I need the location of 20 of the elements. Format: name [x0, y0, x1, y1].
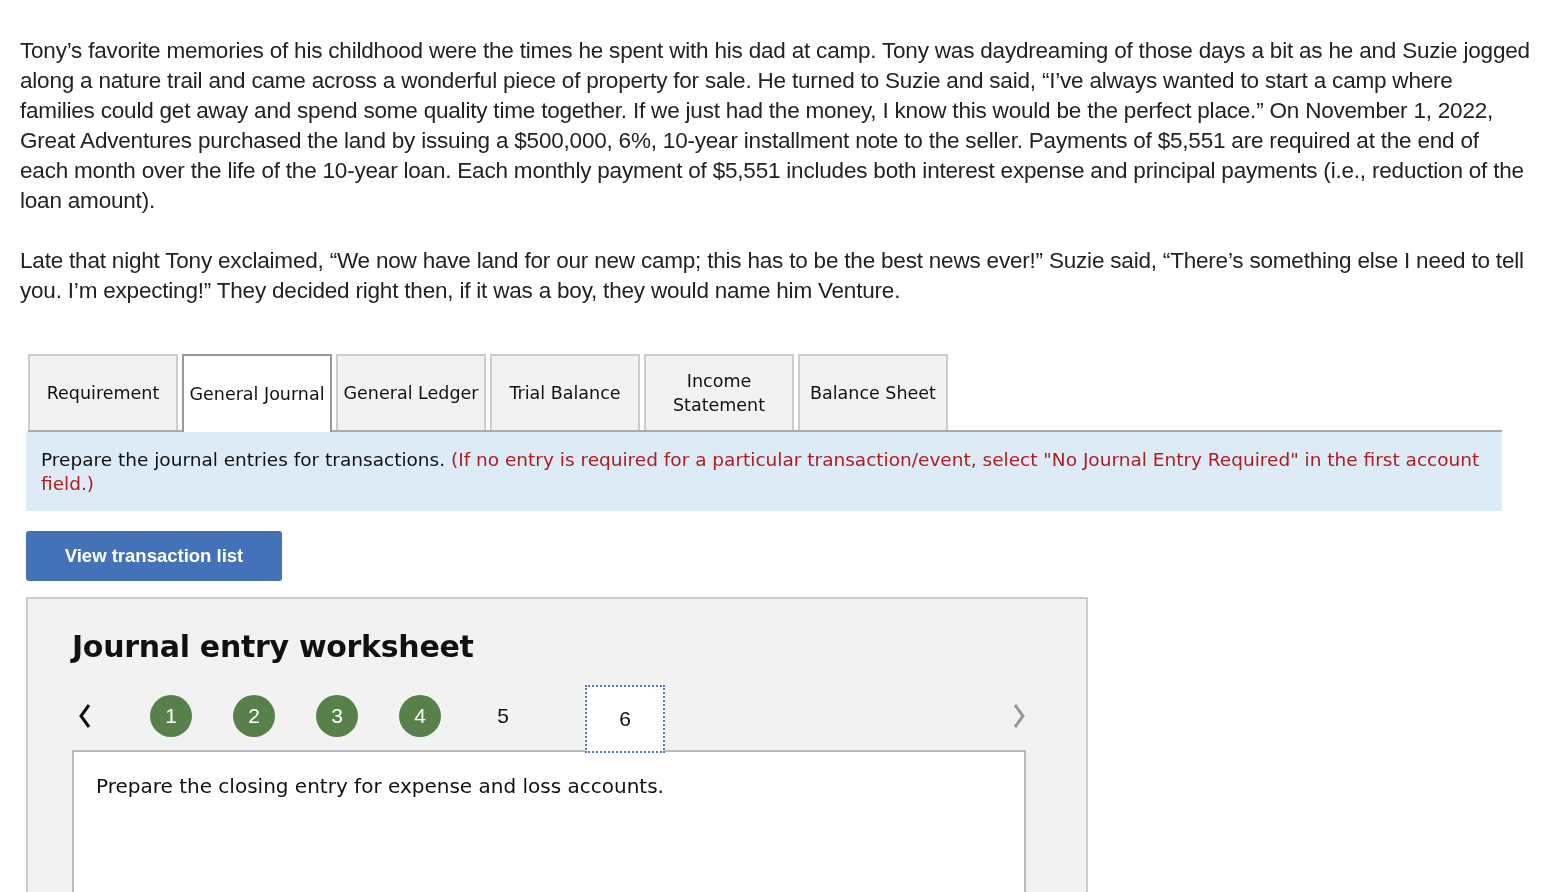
- tab[interactable]: Trial Balance: [490, 354, 640, 430]
- step-button[interactable]: 6: [585, 685, 665, 753]
- tab[interactable]: Requirement: [28, 354, 178, 430]
- previous-chevron-icon[interactable]: [78, 703, 92, 729]
- tab[interactable]: Income Statement: [644, 354, 794, 430]
- worksheet-title: Journal entry worksheet: [72, 629, 475, 664]
- step-button[interactable]: 2: [233, 695, 275, 737]
- view-transaction-list-button[interactable]: View transaction list: [26, 531, 282, 581]
- step-button[interactable]: 5: [482, 695, 524, 737]
- tab[interactable]: General Ledger: [336, 354, 486, 430]
- story-paragraph: Late that night Tony exclaimed, “We now have land for our new camp; this has to be the best news ever!” Suzie said, “There’s something else I need to tell you. I’m expecting!” They decided right then, if it was a boy, they would name him Venture.: [20, 247, 1525, 305]
- prompt-text: Prepare the closing entry for expense and loss accounts.: [96, 774, 665, 798]
- instruction-text: Prepare the journal entries for transactions. (If no entry is required for a particular transaction/event, select "No Journal Entry Required" in the first account field.): [41, 448, 1481, 496]
- tab[interactable]: General Journal: [182, 354, 332, 432]
- tab[interactable]: Balance Sheet: [798, 354, 948, 430]
- step-button[interactable]: 1: [150, 695, 192, 737]
- step-button[interactable]: 3: [316, 695, 358, 737]
- story-paragraph: Tony’s favorite memories of his childhood were the times he spent with his dad at camp. Tony was daydreaming of those days a bit as he and Suzie jogged along a nature trail and came across a wonderful piece of property for sale. He turned to Suzie and said, “I’ve always wanted to start a camp where families could get away and spend some quality time together. If we just had the money, I know this would be the perfect place.” On November 1, 2022, Great Adventures purchased the land by issuing a $500,000, 6%, 10-year installment note to the seller. Payments of $5,551 are required at the end of each month over the life of the 10-year loan. Each monthly payment of $5,551 includes both interest expense and principal payments (i.e., reduction of the loan amount).: [20, 37, 1530, 215]
- next-chevron-icon[interactable]: [1012, 703, 1026, 729]
- step-button[interactable]: 4: [399, 695, 441, 737]
